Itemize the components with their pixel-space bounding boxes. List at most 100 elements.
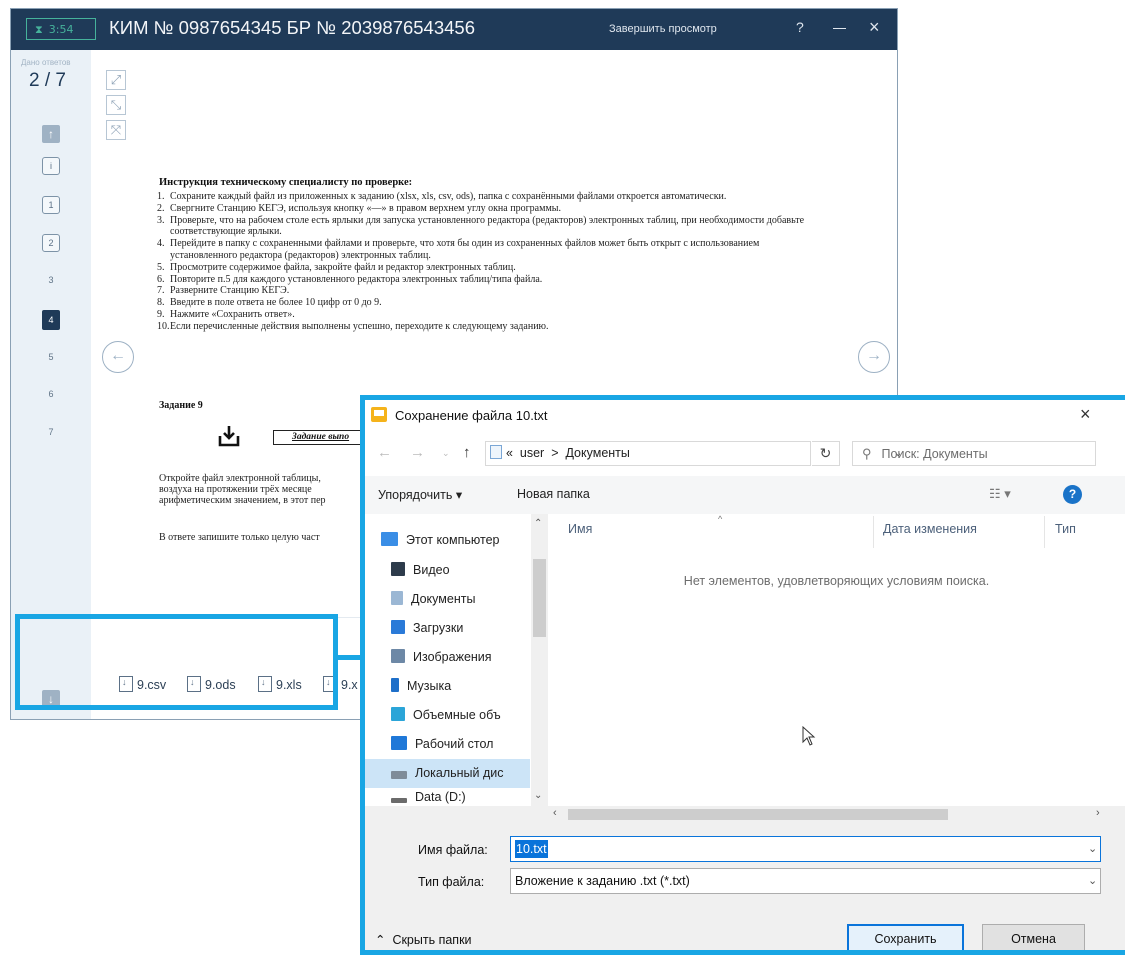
task-button-3[interactable]: 3 [42,275,60,285]
nav-item-video[interactable]: Видео [391,556,541,585]
organize-button[interactable]: Упорядочить ▾ [378,487,462,502]
instruction-item: 10. Если перечисленные действия выполнены… [157,320,549,332]
address-bar: ← → ⌄ ↑ « user > Документы ⌄ ↻ ⚲ Поиск: Д… [365,432,1125,476]
zoom-out-icon[interactable]: ⤧ [106,120,126,140]
dialog-toolbar: Упорядочить ▾ Новая папка ☷ ▾ ? [365,476,1125,514]
instruction-item: 7. Разверните Станцию КЕГЭ. [157,285,290,297]
dialog-titlebar: Сохранение файла 10.txt × [365,400,1125,432]
task-title: Задание 9 [159,400,203,411]
filetype-select[interactable]: Вложение к заданию .txt (*.txt) ⌄ [510,868,1101,894]
empty-message: Нет элементов, удовлетворяющих условиям … [683,574,990,588]
local-disk-icon [391,771,407,779]
task-button-7[interactable]: 7 [42,427,60,437]
chevron-down-icon[interactable]: ⌄ [1088,869,1097,893]
back-icon[interactable]: ← [377,444,392,461]
file-list: ^ Имя Дата изменения Тип Нет элементов, … [548,514,1125,806]
scroll-thumb[interactable] [533,559,546,637]
zoom-fit-icon[interactable]: ⤢ [106,70,126,90]
filename-value[interactable]: 10.txt [515,840,548,858]
nav-item-this-pc[interactable]: Этот компьютер [381,526,531,555]
filename-label: Имя файла: [418,843,488,857]
cancel-button[interactable]: Отмена [982,924,1085,950]
task-button-4-active[interactable]: 4 [42,310,60,330]
instruction-item: 9. Нажмите «Сохранить ответ». [157,308,295,320]
hide-folders-toggle[interactable]: ⌃ Скрыть папки [375,932,472,947]
scroll-up-icon[interactable]: ↑ [42,125,60,143]
instruction-item: 1. Сохраните каждый файл из приложенных к… [157,191,727,202]
close-icon[interactable]: × [869,17,880,38]
titlebar: ⧗ 3:54 КИМ № 0987654345 БР № 203987654345… [11,9,897,50]
instruction-item: 4. Перейдите в папку с сохраненными файла… [157,238,760,261]
dialog-title: Сохранение файла 10.txt [395,408,548,423]
instruction-item: 2. Свергните Станцию КЕГЭ, используя кноп… [157,202,561,214]
task-button-1[interactable]: 1 [42,196,60,214]
scroll-thumb[interactable] [568,809,948,820]
computer-icon [381,532,398,546]
documents-icon [391,591,403,605]
help-icon[interactable]: ? [1063,485,1082,504]
help-button[interactable]: ? [796,19,804,35]
minimize-icon[interactable] [833,28,846,29]
scroll-up-arrow-icon[interactable]: ⌃ [534,518,542,529]
column-divider[interactable] [1044,516,1045,548]
search-input[interactable]: ⚲ Поиск: Документы [852,441,1096,466]
column-date-modified[interactable]: Дата изменения [883,522,977,536]
chevron-up-icon: ⌃ [375,933,386,947]
download-icon[interactable] [217,424,241,448]
instruction-title: Инструкция техническому специалисту по п… [159,177,413,188]
task-button-2[interactable]: 2 [42,234,60,252]
navigation-pane: Этот компьютер Видео Документы Загрузки … [365,514,548,806]
music-icon [391,678,399,692]
filetype-value: Вложение к заданию .txt (*.txt) [515,874,690,888]
nav-item-documents[interactable]: Документы [391,585,541,614]
recent-dropdown-icon[interactable]: ⌄ [442,448,450,459]
filetype-label: Тип файла: [418,875,485,889]
new-folder-button[interactable]: Новая папка [517,487,590,501]
nav-item-music[interactable]: Музыка [391,672,541,701]
previous-task-icon[interactable]: ← [102,341,134,373]
scroll-right-icon[interactable]: › [1096,807,1100,819]
filename-input[interactable]: 10.txt ⌄ [510,836,1101,862]
task-button-6[interactable]: 6 [42,389,60,399]
video-icon [391,562,405,576]
forward-icon[interactable]: → [410,444,425,461]
column-name[interactable]: Имя [568,522,592,536]
column-divider[interactable] [873,516,874,548]
scroll-left-icon[interactable]: ‹ [553,807,557,819]
up-folder-icon[interactable]: ↑ [463,444,471,461]
path-breadcrumb[interactable]: « user > Документы ⌄ [485,441,902,466]
instruction-item: 8. Введите в поле ответа не более 10 цифр… [157,297,382,309]
column-type[interactable]: Тип [1055,522,1076,536]
nav-item-data-d[interactable]: Data (D:) [391,788,541,806]
refresh-icon[interactable]: ↻ [812,441,840,466]
task-button-5[interactable]: 5 [42,352,60,362]
breadcrumb-documents[interactable]: Документы [565,446,629,460]
nav-item-local-disk[interactable]: Локальный дис [365,759,530,788]
nav-item-desktop[interactable]: Рабочий стол [391,730,541,759]
view-options-icon[interactable]: ☷ ▾ [989,486,1011,502]
hourglass-icon: ⧗ [35,24,43,36]
task-answer-line: В ответе запишите только целую част [159,532,320,543]
nav-scrollbar[interactable]: ⌃ ⌄ [531,514,548,806]
task-button-info[interactable]: i [42,157,60,175]
instruction-item: 5. Просмотрите содержимое файла, закройте… [157,261,516,273]
zoom-in-icon[interactable]: ⤡ [106,95,126,115]
search-icon: ⚲ [862,446,872,461]
save-file-dialog: Сохранение файла 10.txt × ← → ⌄ ↑ « user… [360,395,1125,955]
nav-item-3d-objects[interactable]: Объемные объ [391,701,541,730]
instruction-item: 3. Проверьте, что на рабочем столе есть я… [157,214,805,238]
save-button[interactable]: Сохранить [847,924,964,950]
dialog-close-icon[interactable]: × [1080,404,1091,425]
breadcrumb-user[interactable]: user [520,446,544,460]
drive-icon [391,798,407,803]
horizontal-scrollbar[interactable]: ‹ › [548,806,1125,823]
3d-objects-icon [391,707,405,721]
task-text-line: арифметическим значением, в этот пер [159,495,326,506]
finish-review-link[interactable]: Завершить просмотр [609,23,717,35]
next-task-icon[interactable]: → [858,341,890,373]
nav-item-downloads[interactable]: Загрузки [391,614,541,643]
exam-title: КИМ № 0987654345 БР № 2039876543456 [109,17,475,38]
scroll-down-arrow-icon[interactable]: ⌄ [534,790,542,801]
nav-item-images[interactable]: Изображения [391,643,541,672]
chevron-down-icon[interactable]: ⌄ [1088,837,1097,861]
